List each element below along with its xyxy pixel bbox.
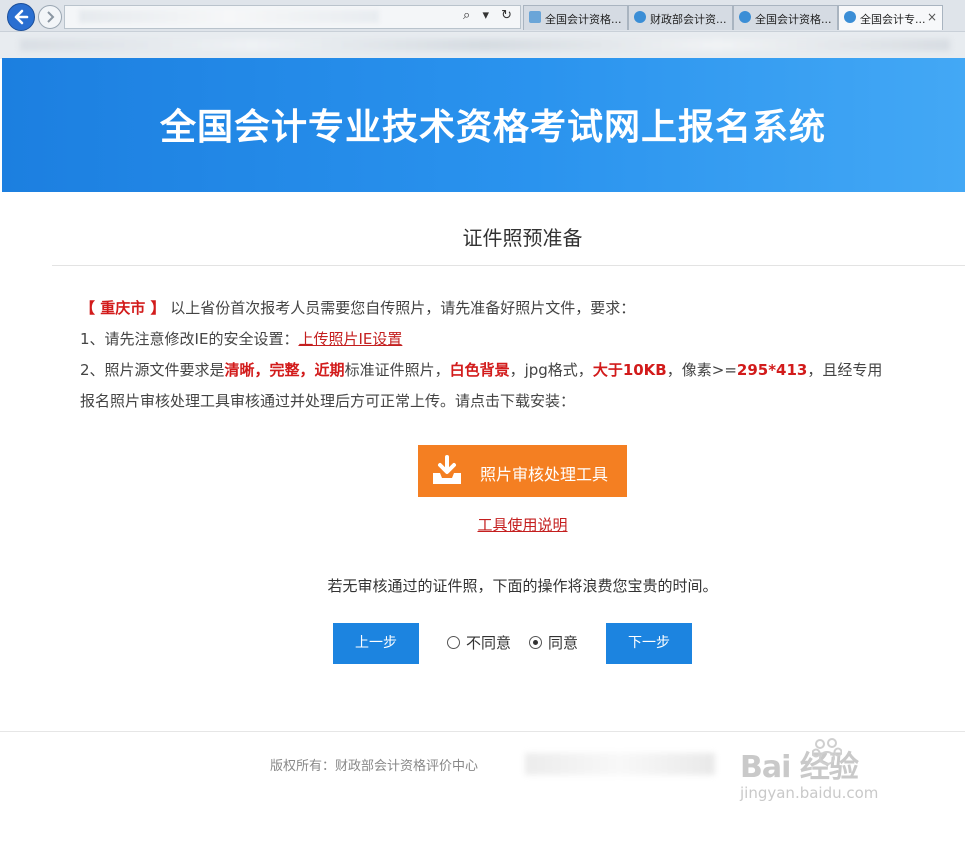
tab-label: 全国会计资格... — [545, 13, 622, 26]
tab-label: 全国会计资格... — [755, 13, 832, 26]
disagree-label: 不同意 — [466, 634, 512, 652]
arrow-left-icon — [14, 9, 29, 25]
download-icon — [433, 455, 461, 484]
province-label: 【 重庆市 】 — [80, 299, 166, 317]
copyright-text: 版权所有：财政部会计资格评价中心 — [270, 759, 479, 774]
req2-text: ，jpg格式， — [509, 361, 593, 379]
intro-line: 【 重庆市 】 以上省份首次报考人员需要您自传照片，请先准备好照片文件，要求： — [80, 293, 965, 324]
browser-chrome: ⌕ ▾ ↻ 全国会计资格... 财政部会计资... 全国会计资格... 全国会计… — [0, 0, 965, 59]
req2-text: 2、照片源文件要求是 — [80, 361, 225, 379]
req2-text: 标准证件照片， — [344, 361, 450, 379]
site-title: 全国会计专业技术资格考试网上报名系统 — [160, 107, 827, 148]
agree-radio[interactable]: 同意 — [529, 632, 578, 653]
paw-icon — [812, 738, 842, 765]
forward-button[interactable] — [38, 5, 62, 29]
page-title: 证件照预准备 — [462, 226, 583, 250]
manual-link-row: 工具使用说明 — [0, 514, 965, 535]
requirement-2: 2、照片源文件要求是清晰，完整，近期标准证件照片，白色背景，jpg格式，大于10… — [80, 355, 965, 386]
address-url-redacted — [79, 10, 379, 23]
close-tab-icon[interactable]: × — [927, 10, 937, 24]
radio-unchecked-icon — [447, 636, 460, 649]
next-step-button[interactable]: 下一步 — [606, 623, 692, 664]
requirement-1: 1、请先注意修改IE的安全设置：上传照片IE设置 — [80, 324, 965, 355]
intro-text: 以上省份首次报考人员需要您自传照片，请先准备好照片文件，要求： — [170, 299, 636, 317]
ie-favicon-icon — [844, 11, 856, 23]
req2-highlight: 清晰，完整，近期 — [224, 361, 345, 379]
req2-text: ，像素>= — [666, 361, 737, 379]
address-bar-icons[interactable]: ⌕ ▾ ↻ — [463, 8, 516, 23]
tool-manual-link[interactable]: 工具使用说明 — [477, 516, 567, 534]
arrow-right-icon — [47, 11, 55, 23]
favorites-redacted — [20, 39, 950, 51]
back-button[interactable] — [7, 3, 35, 31]
browser-tab[interactable]: 全国会计资格... — [523, 5, 628, 30]
divider — [52, 265, 965, 266]
address-bar[interactable]: ⌕ ▾ ↻ — [64, 5, 521, 29]
req2-highlight: 白色背景 — [449, 361, 510, 379]
requirement-2-cont: 报名照片审核处理工具审核通过并处理后方可正常上传。请点击下载安装： — [80, 392, 576, 410]
download-tool-button[interactable]: 照片审核处理工具 — [418, 445, 627, 497]
disagree-radio[interactable]: 不同意 — [447, 632, 511, 653]
ie-settings-link[interactable]: 上传照片IE设置 — [298, 330, 402, 348]
browser-tab[interactable]: 全国会计资格... — [733, 5, 838, 30]
warning-notice: 若无审核通过的证件照，下面的操作将浪费您宝贵的时间。 — [327, 577, 718, 595]
tab-label: 全国会计专... — [860, 13, 926, 26]
req2-text: ，且经专用 — [807, 361, 883, 379]
ie-favicon-icon — [739, 11, 751, 23]
footer-redacted — [525, 753, 715, 775]
ie-favicon-icon — [634, 11, 646, 23]
browser-tab-active[interactable]: 全国会计专... × — [838, 5, 943, 30]
radio-checked-icon — [529, 636, 542, 649]
requirement-1-text: 1、请先注意修改IE的安全设置： — [80, 330, 299, 348]
prev-step-button[interactable]: 上一步 — [333, 623, 419, 664]
footer-divider — [0, 731, 965, 732]
requirements-text: 【 重庆市 】 以上省份首次报考人员需要您自传照片，请先准备好照片文件，要求： … — [80, 293, 965, 417]
agree-label: 同意 — [548, 634, 579, 652]
req2-highlight: 大于10KB — [592, 361, 667, 379]
watermark-logo: Bai 经验 — [740, 750, 859, 785]
favorites-bar — [0, 31, 965, 59]
browser-tab[interactable]: 财政部会计资... — [628, 5, 733, 30]
download-tool-label: 照片审核处理工具 — [480, 465, 609, 484]
tab-label: 财政部会计资... — [650, 13, 727, 26]
req2-highlight: 295*413 — [736, 361, 808, 379]
watermark-url: jingyan.baidu.com — [740, 784, 879, 802]
site-banner: 全国会计专业技术资格考试网上报名系统 — [2, 58, 965, 192]
baidu-jingyan-watermark: Bai 经验 jingyan.baidu.com — [740, 738, 879, 802]
page-favicon-icon — [529, 11, 541, 23]
